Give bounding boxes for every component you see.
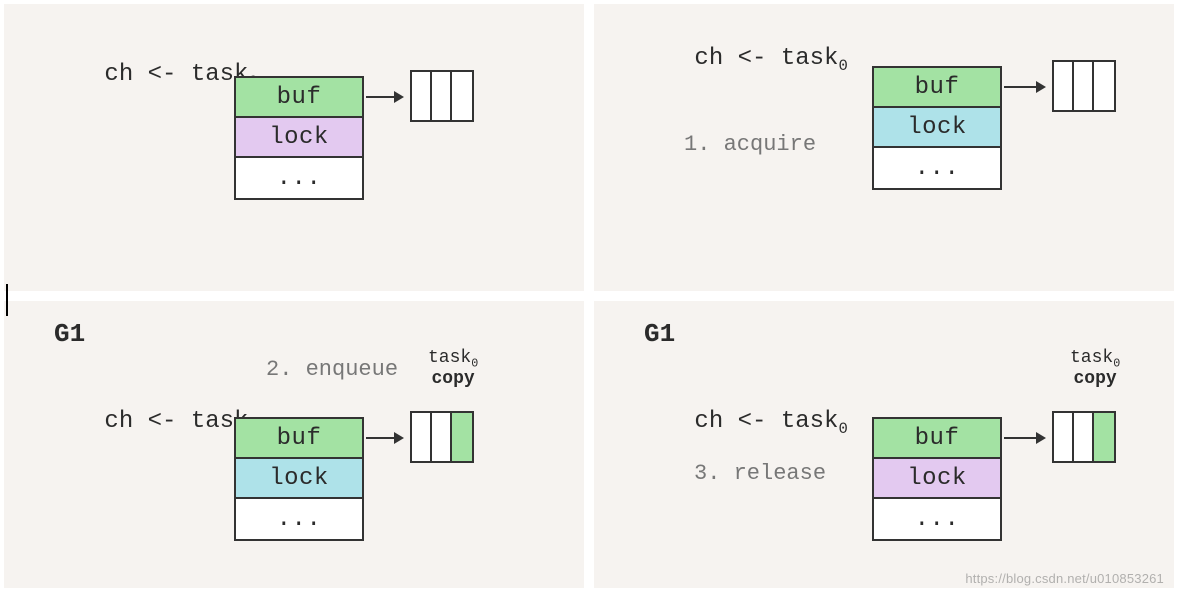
panel-3: G1 ch <- task0 3. release buf lock ... t… — [594, 301, 1174, 588]
channel-struct: buf lock ... — [234, 417, 364, 541]
goroutine-label: G1 — [644, 319, 675, 349]
panel-2: G1 ch <- task0 2. enqueue buf lock ... t… — [4, 301, 584, 588]
buffer-slot-filled — [1094, 413, 1114, 461]
struct-field-rest: ... — [236, 158, 362, 198]
buffer-slot-filled — [452, 413, 472, 461]
struct-field-lock: lock — [874, 459, 1000, 499]
buf-arrow — [366, 437, 402, 439]
step-annotation: 1. acquire — [684, 132, 816, 157]
buffer-slots — [410, 70, 474, 122]
channel-struct: buf lock ... — [872, 417, 1002, 541]
struct-field-buf: buf — [236, 419, 362, 459]
channel-struct: buf lock ... — [872, 66, 1002, 190]
buffer-slots — [1052, 60, 1116, 112]
diagram-grid: ch <- task0 buf lock ... ch <- task0 1. … — [0, 0, 1178, 592]
buf-arrow — [1004, 86, 1044, 88]
panel-1: ch <- task0 1. acquire buf lock ... — [594, 4, 1174, 291]
struct-field-rest: ... — [874, 499, 1000, 539]
struct-field-buf: buf — [236, 78, 362, 118]
buffer-slot — [1054, 62, 1074, 110]
struct-field-rest: ... — [874, 148, 1000, 188]
buf-arrow — [1004, 437, 1044, 439]
buf-arrow — [366, 96, 402, 98]
code-channel-send: ch <- task0 — [18, 381, 258, 465]
buffer-slots — [410, 411, 474, 463]
code-channel-send: ch <- task0 — [608, 18, 848, 102]
step-annotation: 3. release — [694, 461, 826, 486]
code-channel-send: ch <- task0 — [608, 381, 848, 465]
code-channel-send: ch <- task0 — [18, 34, 258, 118]
struct-field-buf: buf — [874, 419, 1000, 459]
buffer-slot — [1074, 413, 1094, 461]
buffer-slot — [432, 72, 452, 120]
buffer-slot — [432, 413, 452, 461]
struct-field-buf: buf — [874, 68, 1000, 108]
struct-field-lock: lock — [874, 108, 1000, 148]
buffer-slot — [412, 72, 432, 120]
text-cursor — [6, 284, 8, 316]
panel-0: ch <- task0 buf lock ... — [4, 4, 584, 291]
channel-struct: buf lock ... — [234, 76, 364, 200]
struct-field-lock: lock — [236, 118, 362, 158]
buffer-slot — [1074, 62, 1094, 110]
struct-field-lock: lock — [236, 459, 362, 499]
buffer-slot — [412, 413, 432, 461]
buffer-slot — [1094, 62, 1114, 110]
watermark-text: https://blog.csdn.net/u010853261 — [965, 571, 1164, 586]
buffer-task-copy-label: task0 copy — [1070, 349, 1120, 390]
buffer-slot — [452, 72, 472, 120]
struct-field-rest: ... — [236, 499, 362, 539]
buffer-task-copy-label: task0 copy — [428, 349, 478, 390]
step-annotation: 2. enqueue — [266, 357, 398, 382]
goroutine-label: G1 — [54, 319, 85, 349]
buffer-slot — [1054, 413, 1074, 461]
buffer-slots — [1052, 411, 1116, 463]
